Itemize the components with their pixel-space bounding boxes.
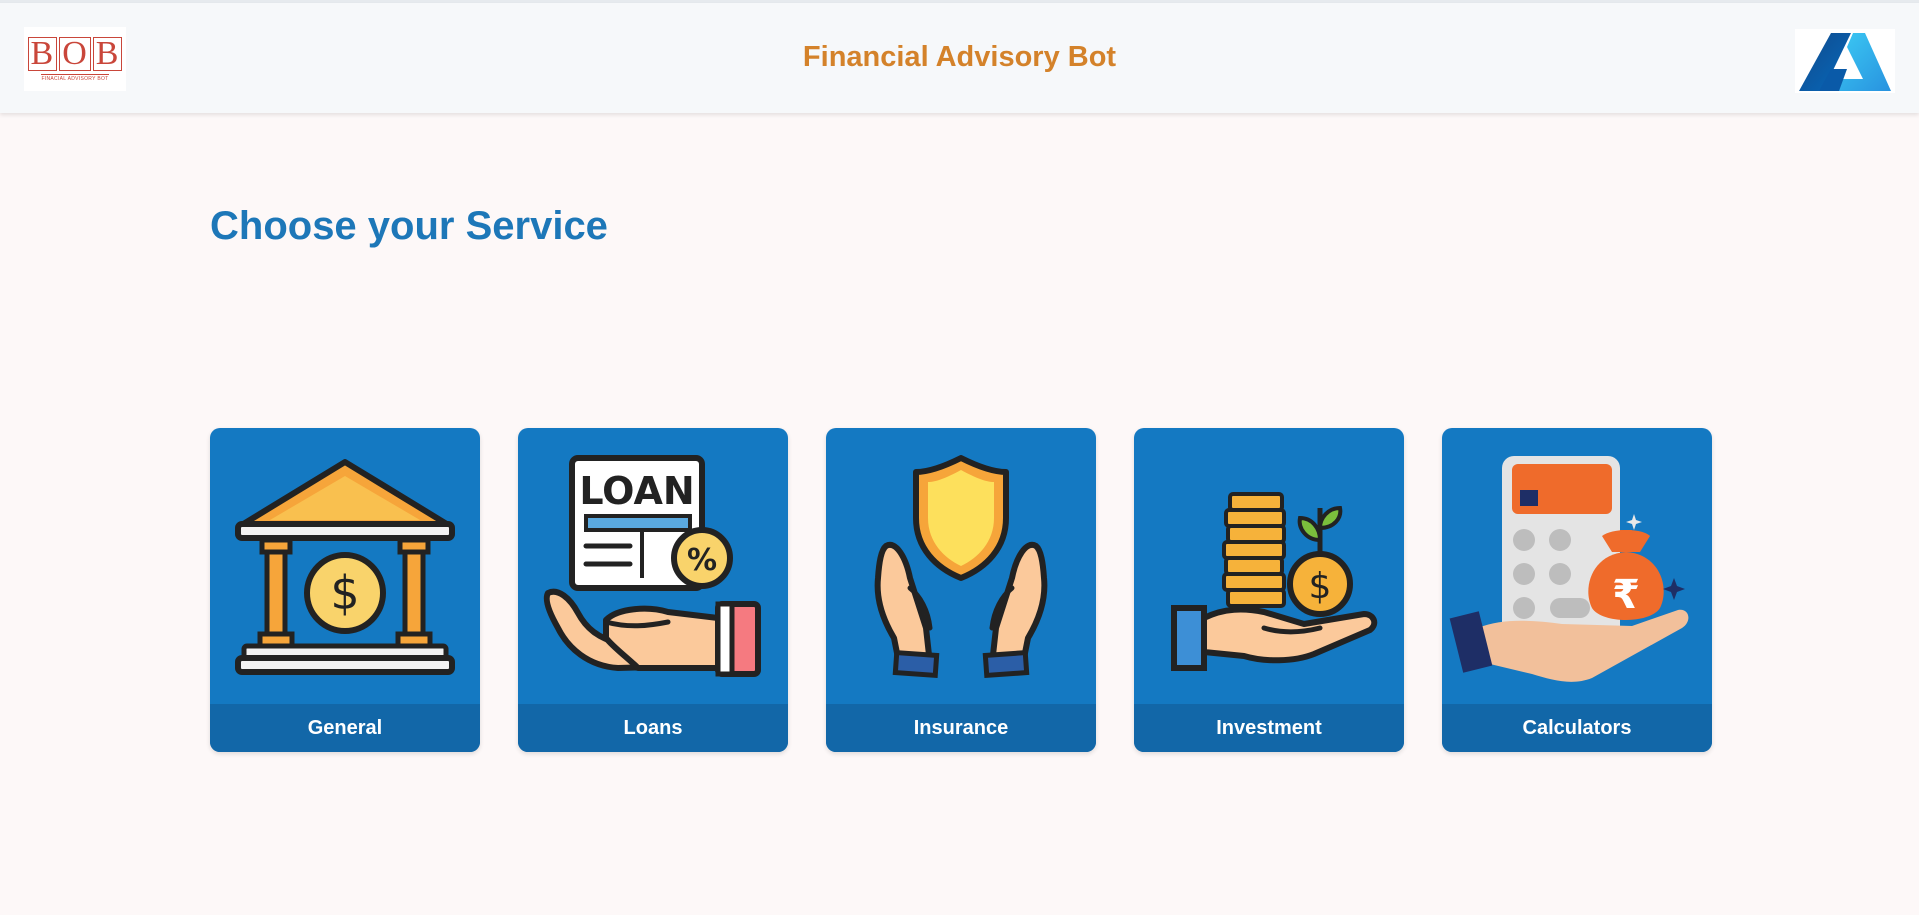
- service-label-investment: Investment: [1134, 704, 1404, 752]
- svg-text:₹: ₹: [1612, 572, 1640, 618]
- service-card-general[interactable]: $ General: [210, 428, 480, 752]
- svg-text:%: %: [687, 543, 717, 578]
- service-card-investment[interactable]: $ Investment: [1134, 428, 1404, 752]
- service-label-insurance: Insurance: [826, 704, 1096, 752]
- page-title: Choose your Service: [210, 204, 608, 248]
- loan-icon: LOAN %: [518, 428, 788, 704]
- service-cards: $ General LOAN % Loans Insurance $ Inves…: [210, 428, 1712, 753]
- service-label-calculators: Calculators: [1442, 704, 1712, 752]
- service-card-loans[interactable]: LOAN % Loans: [518, 428, 788, 752]
- service-card-calculators[interactable]: ₹ Calculators: [1442, 428, 1712, 752]
- bob-logo-subtext: FINACIAL ADVISORY BOT: [41, 73, 109, 82]
- service-label-general: General: [210, 704, 480, 752]
- svg-text:LOAN: LOAN: [579, 469, 694, 513]
- svg-text:$: $: [1309, 566, 1332, 607]
- bank-icon: $: [210, 428, 480, 704]
- insurance-shield-icon: [826, 428, 1096, 704]
- app-title: Financial Advisory Bot: [802, 41, 1117, 73]
- calculator-icon: ₹: [1442, 428, 1712, 704]
- azure-logo-icon[interactable]: [1795, 29, 1895, 93]
- service-label-loans: Loans: [518, 704, 788, 752]
- service-card-insurance[interactable]: Insurance: [826, 428, 1096, 752]
- investment-coins-icon: $: [1134, 428, 1404, 704]
- app-header: BOB FINACIAL ADVISORY BOT Financial Advi…: [0, 3, 1919, 113]
- svg-text:$: $: [330, 566, 359, 620]
